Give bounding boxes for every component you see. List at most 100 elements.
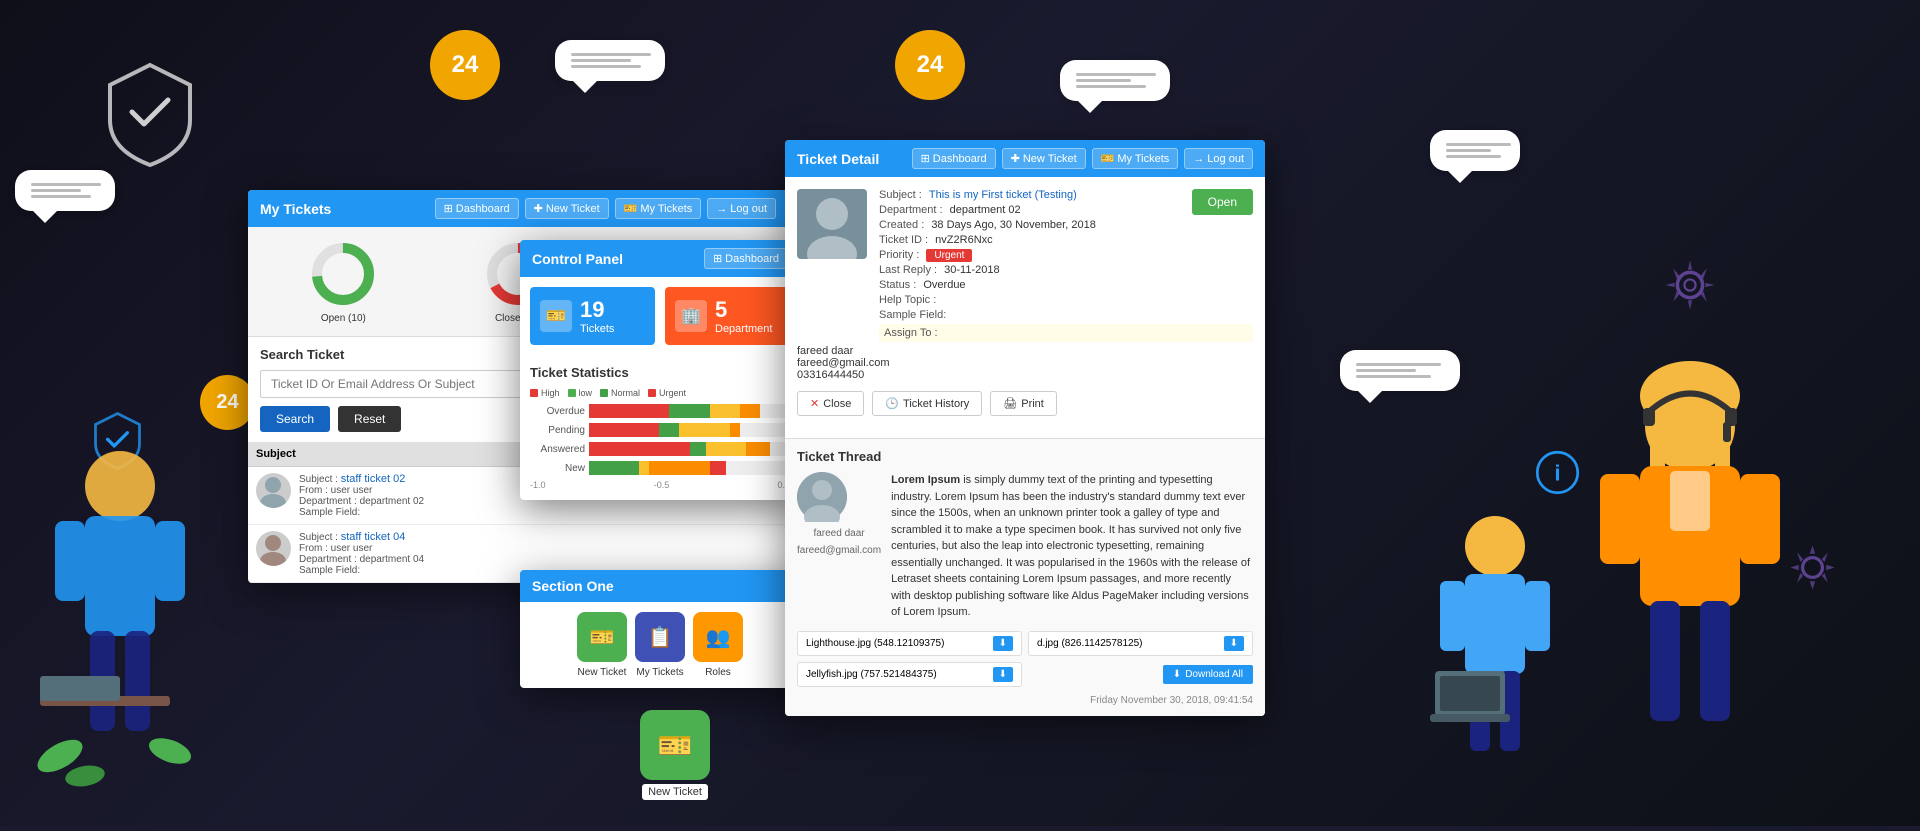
chart-legend: High low Normal Urgent bbox=[530, 388, 790, 398]
print-icon: 🖨 bbox=[1003, 397, 1017, 410]
search-button[interactable]: Search bbox=[260, 406, 330, 432]
download-attachment-1-btn[interactable]: ⬇ bbox=[993, 636, 1013, 651]
new-ticket-icon-box: 🎫 bbox=[577, 612, 627, 662]
ticket-sample-2: Sample Field: bbox=[299, 565, 424, 576]
stats-section: Ticket Statistics High low Normal Urgent bbox=[520, 355, 800, 500]
td-userphone: 03316444450 bbox=[797, 369, 1253, 381]
dept-label: Department bbox=[715, 323, 772, 335]
close-x-icon: ✕ bbox=[810, 397, 819, 410]
cp-dashboard-btn[interactable]: ⊞ Dashboard bbox=[704, 248, 788, 269]
thread-footer: Friday November 30, 2018, 09:41:54 bbox=[797, 695, 1253, 706]
roles-icon-box: 👥 bbox=[693, 612, 743, 662]
td-username: fareed daar bbox=[797, 345, 1253, 357]
ticket-sample-1: Sample Field: bbox=[299, 507, 424, 518]
roles-icon-label: Roles bbox=[705, 667, 731, 678]
new-ticket-large[interactable]: 🎫 New Ticket bbox=[640, 710, 710, 800]
td-dashboard-icon: ⊞ bbox=[921, 152, 930, 165]
new-ticket-large-label: New Ticket bbox=[642, 784, 708, 800]
td-my-tickets-btn[interactable]: 🎫 My Tickets bbox=[1092, 148, 1179, 169]
reset-button[interactable]: Reset bbox=[338, 406, 401, 432]
td-status-row: Status : Overdue bbox=[879, 279, 1253, 291]
open-button[interactable]: Open bbox=[1192, 189, 1253, 215]
download-all-icon: ⬇ bbox=[1173, 669, 1181, 680]
thread-title: Ticket Thread bbox=[797, 449, 1253, 464]
ticket-link-2[interactable]: staff ticket 04 bbox=[341, 531, 406, 543]
logout-icon-1: → bbox=[716, 203, 727, 215]
person-laptop-illustration bbox=[1420, 476, 1570, 826]
section-new-ticket[interactable]: 🎫 New Ticket bbox=[577, 612, 627, 678]
person-right-illustration bbox=[1550, 326, 1830, 826]
td-logout-btn[interactable]: → Log out bbox=[1184, 148, 1253, 169]
ticket-link-1[interactable]: staff ticket 02 bbox=[341, 473, 406, 485]
td-content: Open Subject : This is my First ticket (… bbox=[785, 177, 1265, 438]
col-subject: Subject bbox=[248, 442, 529, 467]
legend-high: High bbox=[530, 388, 560, 398]
td-avatar bbox=[797, 189, 867, 259]
print-button[interactable]: 🖨 Print bbox=[990, 391, 1057, 416]
thread-body-text: is simply dummy text of the printing and… bbox=[891, 474, 1250, 618]
legend-normal: Normal bbox=[600, 388, 640, 398]
attachment-2: d.jpg (826.1142578125) ⬇ bbox=[1028, 631, 1253, 656]
thread-body: Lorem Ipsum is simply dummy text of the … bbox=[891, 472, 1253, 621]
td-useremail: fareed@gmail.com bbox=[797, 357, 1253, 369]
logout-btn-1[interactable]: → Log out bbox=[707, 198, 776, 219]
shield-icon-left bbox=[100, 60, 200, 175]
td-info: Open Subject : This is my First ticket (… bbox=[879, 189, 1253, 345]
thread-attachments: Lighthouse.jpg (548.12109375) ⬇ d.jpg (8… bbox=[797, 631, 1253, 687]
td-new-ticket-btn[interactable]: ✚ New Ticket bbox=[1002, 148, 1086, 169]
avatar-1 bbox=[256, 473, 291, 508]
chat-bubble-5 bbox=[1430, 130, 1520, 171]
bar-row-new: New bbox=[530, 461, 790, 475]
gear-icon-right bbox=[1655, 250, 1725, 325]
section-roles[interactable]: 👥 Roles bbox=[693, 612, 743, 678]
ticket-icon-1: ✚ bbox=[534, 202, 543, 215]
stats-title: Ticket Statistics bbox=[530, 365, 790, 380]
section-icons: 🎫 New Ticket 📋 My Tickets 👥 Roles bbox=[520, 602, 800, 688]
attachment-1-name: Lighthouse.jpg (548.12109375) bbox=[806, 638, 944, 649]
ticket-from-2: From : user user bbox=[299, 543, 424, 554]
td-title: Ticket Detail bbox=[797, 151, 879, 167]
bar-track-pending bbox=[589, 423, 790, 437]
thread-avatar bbox=[797, 472, 847, 522]
chat-bubble-3 bbox=[15, 170, 115, 211]
thread-section: Ticket Thread fareed daar fareed@gmail.c… bbox=[785, 438, 1265, 716]
control-panel-window: Control Panel ⊞ Dashboard 🎫 19 Tickets 🏢… bbox=[520, 240, 800, 500]
bar-row-pending: Pending bbox=[530, 423, 790, 437]
dashboard-icon-1: ⊞ bbox=[444, 202, 453, 215]
section-my-tickets[interactable]: 📋 My Tickets bbox=[635, 612, 685, 678]
tickets-stat: 🎫 19 Tickets bbox=[530, 287, 655, 345]
download-attachment-2-btn[interactable]: ⬇ bbox=[1224, 636, 1244, 651]
avatar-2 bbox=[256, 531, 291, 566]
ticket-dept-1: Department : department 02 bbox=[299, 496, 424, 507]
td-assignto-row: Assign To : bbox=[879, 324, 1253, 342]
dept-icon: 🏢 bbox=[675, 300, 707, 332]
person-left-illustration bbox=[30, 406, 210, 826]
new-ticket-large-icon: 🎫 bbox=[640, 710, 710, 780]
td-dashboard-btn[interactable]: ⊞ Dashboard bbox=[912, 148, 996, 169]
tickets-label: Tickets bbox=[580, 323, 614, 335]
td-helptopic-row: Help Topic : bbox=[879, 294, 1253, 306]
download-attachment-3-btn[interactable]: ⬇ bbox=[993, 667, 1013, 682]
bar-track-answered bbox=[589, 442, 790, 456]
chat-bubble-1 bbox=[555, 40, 665, 81]
td-nav: ⊞ Dashboard ✚ New Ticket 🎫 My Tickets → … bbox=[912, 148, 1253, 169]
thread-sender-email: fareed@gmail.com bbox=[797, 545, 881, 556]
lorem-ipsum-bold: Lorem Ipsum bbox=[891, 474, 960, 486]
new-ticket-btn-1[interactable]: ✚ New Ticket bbox=[525, 198, 609, 219]
bar-row-overdue: Overdue bbox=[530, 404, 790, 418]
my-tickets-btn-1[interactable]: 🎫 My Tickets bbox=[615, 198, 702, 219]
td-lastreply-row: Last Reply : 30-11-2018 bbox=[879, 264, 1253, 276]
close-ticket-button[interactable]: ✕ Close bbox=[797, 391, 864, 416]
badge-circle-1: 24 bbox=[430, 30, 500, 100]
legend-low: low bbox=[568, 388, 593, 398]
dept-count: 5 bbox=[715, 297, 772, 323]
download-all-button[interactable]: ⬇ Download All bbox=[1163, 665, 1253, 684]
dashboard-btn-1[interactable]: ⊞ Dashboard bbox=[435, 198, 519, 219]
bar-track-overdue bbox=[589, 404, 790, 418]
cp-dashboard-icon: ⊞ bbox=[713, 252, 722, 265]
my-tickets-icon-box: 📋 bbox=[635, 612, 685, 662]
ticket-from-1: From : user user bbox=[299, 485, 424, 496]
attachment-3: Jellyfish.jpg (757.521484375) ⬇ bbox=[797, 662, 1022, 687]
ticket-history-button[interactable]: 🕒 Ticket History bbox=[872, 391, 982, 416]
td-logout-icon: → bbox=[1193, 153, 1204, 165]
